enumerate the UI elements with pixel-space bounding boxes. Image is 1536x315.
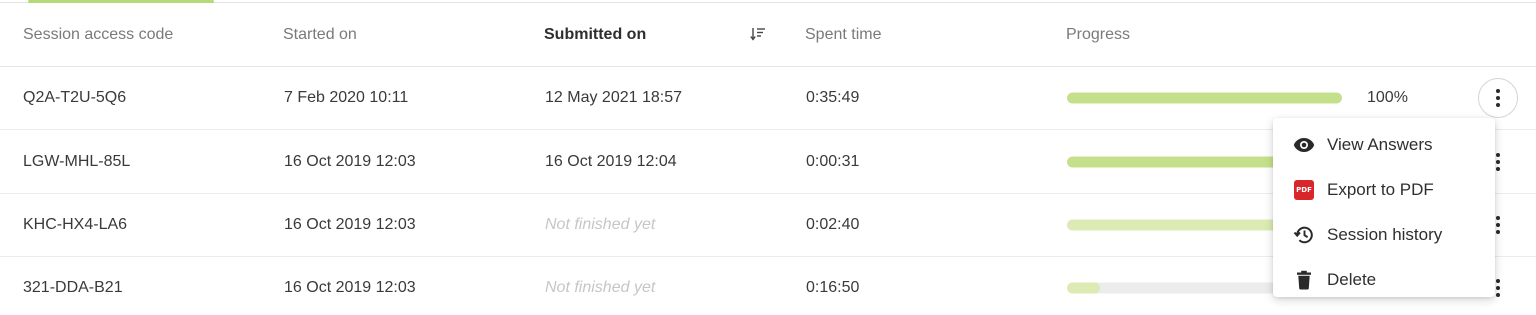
menu-item-session-history[interactable]: Session history (1273, 212, 1495, 257)
row-actions-button[interactable] (1478, 78, 1518, 118)
more-vertical-icon (1496, 153, 1500, 171)
menu-item-view-answers[interactable]: View Answers (1273, 122, 1495, 167)
submitted-on: 12 May 2021 18:57 (545, 89, 682, 106)
started-on: 16 Oct 2019 12:03 (284, 153, 416, 170)
more-vertical-icon (1496, 89, 1500, 107)
sort-descending-icon[interactable] (750, 26, 766, 42)
spent-time: 0:00:31 (806, 153, 860, 170)
session-code: LGW-MHL-85L (23, 153, 131, 170)
spent-time: 0:16:50 (806, 279, 860, 296)
submitted-on: Not finished yet (545, 279, 656, 296)
more-vertical-icon (1496, 279, 1500, 297)
session-code: 321-DDA-B21 (23, 279, 123, 296)
more-vertical-icon (1496, 216, 1500, 234)
menu-item-label: Export to PDF (1327, 179, 1434, 199)
started-on: 7 Feb 2020 10:11 (284, 89, 409, 106)
session-code: KHC-HX4-LA6 (23, 216, 128, 233)
pdf-badge: PDF (1294, 179, 1314, 200)
pdf-icon: PDF (1293, 179, 1315, 201)
row-context-menu: View Answers PDF Export to PDF Session h… (1273, 118, 1495, 297)
progress-percent: 100% (1367, 89, 1408, 106)
progress-fill (1067, 282, 1100, 294)
progress-bar (1067, 92, 1342, 104)
submitted-on: Not finished yet (545, 216, 656, 233)
history-icon (1293, 224, 1315, 246)
menu-item-label: Delete (1327, 269, 1377, 289)
started-on: 16 Oct 2019 12:03 (284, 216, 416, 233)
spent-time: 0:02:40 (806, 216, 860, 233)
eye-icon (1293, 134, 1315, 156)
menu-item-export-pdf[interactable]: PDF Export to PDF (1273, 167, 1495, 212)
menu-item-label: Session history (1327, 224, 1443, 244)
submitted-on: 16 Oct 2019 12:04 (545, 153, 677, 170)
session-code: Q2A-T2U-5Q6 (23, 89, 127, 106)
progress-fill (1067, 92, 1342, 104)
header-submitted-on[interactable]: Submitted on (544, 26, 646, 44)
spent-time: 0:35:49 (806, 89, 860, 106)
header-progress[interactable]: Progress (1066, 26, 1130, 44)
header-started-on[interactable]: Started on (283, 26, 357, 44)
header-session-access-code[interactable]: Session access code (23, 26, 173, 44)
started-on: 16 Oct 2019 12:03 (284, 279, 416, 296)
trash-icon (1293, 269, 1315, 291)
header-spent-time[interactable]: Spent time (805, 26, 881, 44)
table-header: Session access code Started on Submitted… (0, 3, 1536, 67)
menu-item-label: View Answers (1327, 134, 1433, 154)
menu-item-delete[interactable]: Delete (1273, 257, 1495, 302)
